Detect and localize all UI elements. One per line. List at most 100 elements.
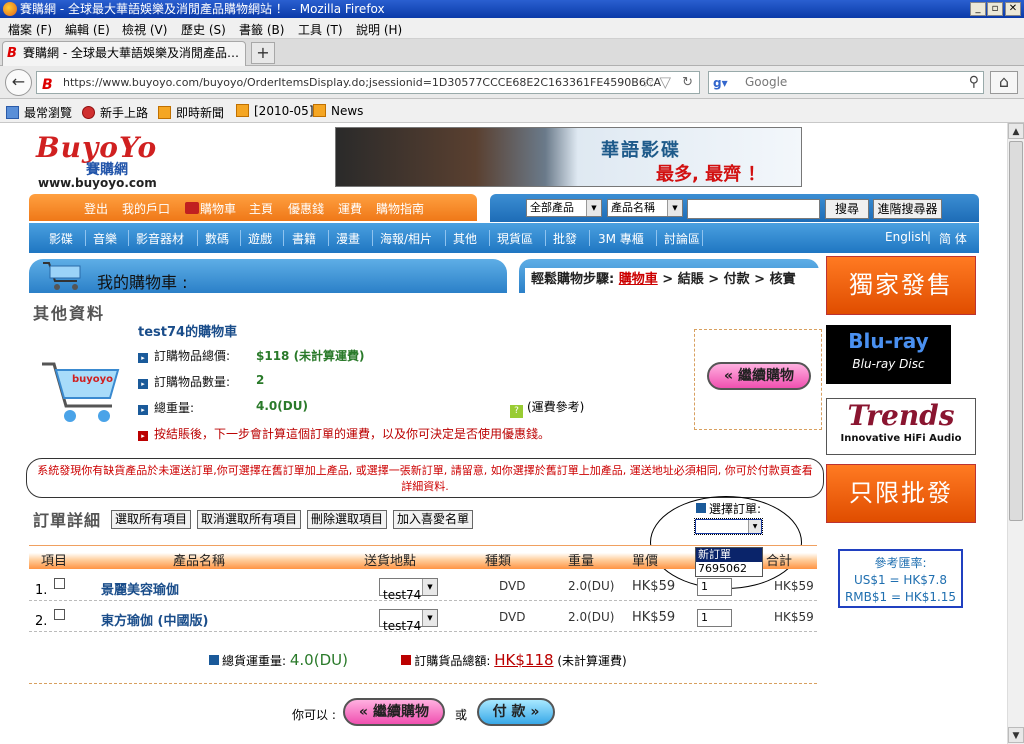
delete-selected-button[interactable]: 刪除選取項目	[307, 510, 387, 529]
ad-wholesale[interactable]: 只限批發	[826, 464, 976, 523]
vertical-scrollbar[interactable]: ▲ ▼	[1007, 123, 1024, 744]
footer-continue-button[interactable]: « 繼續購物	[343, 698, 445, 726]
cat-forum[interactable]: 討論區	[664, 230, 700, 247]
nav-home[interactable]: 主頁	[249, 200, 273, 217]
menu-tools[interactable]: 工具 (T)	[298, 21, 343, 38]
cat-games[interactable]: 遊戲	[248, 230, 272, 247]
new-tab-button[interactable]: +	[251, 42, 275, 64]
menu-help[interactable]: 說明 (H)	[356, 21, 402, 38]
home-button[interactable]: ⌂	[990, 71, 1018, 94]
nav-logout[interactable]: 登出	[84, 200, 108, 217]
bookmark-getting-started[interactable]: 新手上路	[82, 104, 148, 121]
total-amount: HK$118	[494, 651, 554, 669]
site-logo[interactable]: BuyoYo 賽購網 www.buyoyo.com	[36, 133, 157, 193]
nav-shipping[interactable]: 運費	[338, 200, 362, 217]
search-icon[interactable]: ⚲	[969, 72, 979, 93]
cat-music[interactable]: 音樂	[93, 230, 117, 247]
banner-subline: 最多, 最齊 ！	[656, 164, 766, 185]
cat-3m[interactable]: 3M 專櫃	[598, 230, 644, 247]
cart-header: 我的購物車 :	[29, 259, 507, 293]
order-totals: 總貨運重量: 4.0(DU) 訂購貨品總額: HK$118 (未計算運費)	[209, 651, 627, 669]
destination-select[interactable]: test74 ▼	[379, 578, 438, 602]
ad-trends[interactable]: Trends Innovative HiFi Audio	[826, 398, 976, 455]
bookmark-icon	[6, 106, 19, 119]
shipping-reference-link[interactable]: ? (運費參考)	[510, 398, 584, 418]
continue-shopping-button[interactable]: « 繼續購物	[707, 362, 811, 390]
scroll-down-icon[interactable]: ▼	[1008, 727, 1024, 743]
reload-icon[interactable]: ↻	[682, 72, 693, 93]
cat-av-equipment[interactable]: 影音器材	[136, 230, 184, 247]
cat-discs[interactable]: 影碟	[49, 230, 73, 247]
nav-coupons[interactable]: 優惠錢	[288, 200, 324, 217]
rss-icon	[313, 104, 326, 117]
browser-tab[interactable]: B 賽購網 - 全球最大華語娛樂及消閒產品…	[2, 41, 246, 66]
other-info-heading: 其他資料	[33, 304, 106, 323]
cat-in-stock[interactable]: 現貨區	[497, 230, 533, 247]
menu-edit[interactable]: 編輯 (E)	[65, 21, 110, 38]
rss-icon	[158, 106, 171, 119]
order-select[interactable]: ▼	[694, 518, 763, 535]
cart-count: ▸ 訂購物品數量: 2	[138, 373, 264, 390]
scroll-up-icon[interactable]: ▲	[1008, 123, 1024, 139]
nav-my-account[interactable]: 我的戶口	[122, 200, 170, 217]
maximize-button[interactable]: ▫	[987, 2, 1003, 16]
cat-books[interactable]: 書籍	[292, 230, 316, 247]
promo-banner[interactable]: 華語影碟 最多, 最齊 ！	[335, 127, 802, 187]
window-title: 賽購網 - 全球最大華語娛樂及消閒產品購物網站 ！ - Mozilla Fire…	[20, 2, 385, 16]
back-button[interactable]: ←	[5, 69, 32, 96]
product-name-link[interactable]: 東方瑜伽 (中國版)	[101, 610, 208, 629]
bookmark-news[interactable]: News	[313, 104, 363, 118]
lang-english[interactable]: English	[885, 230, 928, 244]
menu-view[interactable]: 檢視 (V)	[122, 21, 167, 38]
pay-button[interactable]: 付 款 »	[477, 698, 555, 726]
menu-bookmarks[interactable]: 書籤 (B)	[239, 21, 284, 38]
destination-select[interactable]: test74 ▼	[379, 609, 438, 633]
cart-header-title: 我的購物車 :	[97, 273, 188, 292]
product-name-link[interactable]: 景麗美容瑜伽	[101, 579, 179, 598]
search-placeholder: Google	[745, 75, 788, 89]
quantity-input[interactable]: 1	[697, 609, 732, 627]
close-button[interactable]: ✕	[1005, 2, 1021, 16]
menu-file[interactable]: 檔案 (F)	[8, 21, 52, 38]
cat-wholesale[interactable]: 批發	[553, 230, 577, 247]
site-search-button[interactable]: 搜尋	[825, 199, 869, 219]
scroll-thumb[interactable]	[1009, 141, 1023, 521]
search-box[interactable]: g▾ Google ⚲	[708, 71, 984, 94]
order-option-existing[interactable]: 7695062	[696, 562, 762, 576]
add-favorites-button[interactable]: 加入喜愛名單	[393, 510, 473, 529]
order-select-dropdown: 新訂單 7695062	[695, 547, 763, 577]
bookmark-most-visited[interactable]: 最常瀏覽	[6, 104, 72, 121]
chevron-down-icon: ▼	[748, 520, 761, 533]
category-select[interactable]: 全部產品 ▼	[526, 199, 602, 217]
step-cart[interactable]: 購物車	[619, 272, 658, 287]
bookmark-2010-05[interactable]: [2010-05]	[236, 104, 314, 118]
bookmark-news-feed[interactable]: 即時新聞	[158, 104, 224, 121]
account-nav: 登出 我的戶口 購物車 主頁 優惠錢 運費 購物指南	[29, 194, 477, 221]
page-content: BuyoYo 賽購網 www.buyoyo.com 華語影碟 最多, 最齊 ！ …	[0, 123, 1007, 744]
lang-simplified[interactable]: 简 体	[939, 230, 967, 247]
cat-digital[interactable]: 數碼	[205, 230, 229, 247]
quantity-input[interactable]: 1	[697, 578, 732, 596]
row-checkbox[interactable]	[54, 578, 65, 589]
bullet-icon: ▸	[138, 353, 148, 363]
menu-history[interactable]: 歷史 (S)	[181, 21, 226, 38]
ad-exclusive[interactable]: 獨家發售	[826, 256, 976, 315]
row-checkbox[interactable]	[54, 609, 65, 620]
cat-other[interactable]: 其他	[453, 230, 477, 247]
cat-posters[interactable]: 海報/相片	[380, 230, 432, 247]
site-search-input[interactable]	[687, 199, 820, 219]
cat-comics[interactable]: 漫畫	[336, 230, 360, 247]
nav-guide[interactable]: 購物指南	[376, 200, 424, 217]
banner-headline: 華語影碟	[601, 140, 681, 161]
address-bar[interactable]: B https://www.buyoyo.com/buyoyo/OrderIte…	[36, 71, 700, 94]
nav-cart[interactable]: 購物車	[200, 200, 236, 217]
exchange-rates: 參考匯率: US$1 = HK$7.8 RMB$1 = HK$1.15	[838, 549, 963, 608]
bookmark-star-icon[interactable]: ☆ ▽	[641, 72, 671, 93]
select-all-button[interactable]: 選取所有項目	[111, 510, 191, 529]
advanced-search-button[interactable]: 進階搜尋器	[873, 199, 942, 219]
field-select[interactable]: 產品名稱 ▼	[607, 199, 683, 217]
order-option-new[interactable]: 新訂單	[696, 548, 762, 562]
minimize-button[interactable]: _	[970, 2, 986, 16]
deselect-all-button[interactable]: 取消選取所有項目	[197, 510, 301, 529]
ad-bluray[interactable]: Blu-ray Blu-ray Disc	[826, 325, 951, 384]
